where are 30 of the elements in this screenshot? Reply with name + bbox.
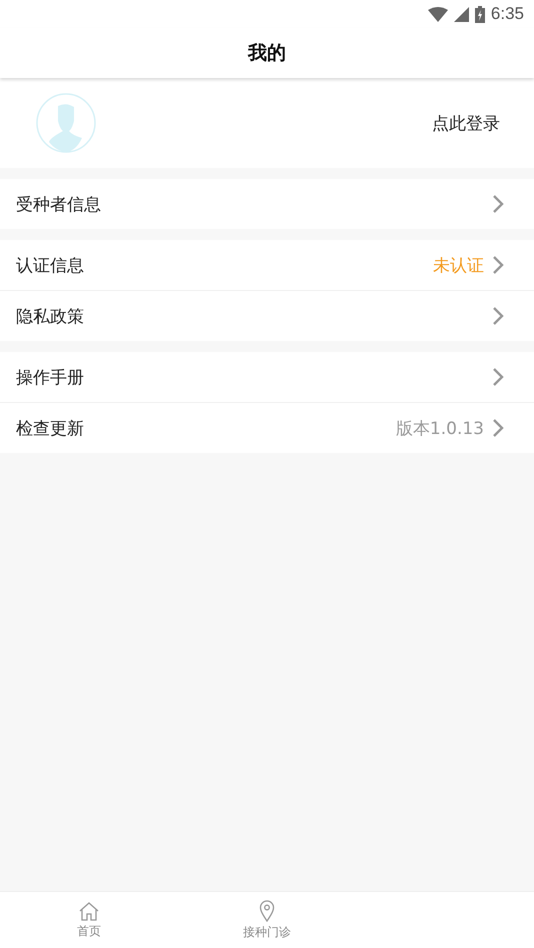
- tab-item[interactable]: 接种门诊: [178, 892, 356, 948]
- menu-row[interactable]: 受种者信息: [0, 179, 534, 229]
- chevron-right-icon: [492, 367, 504, 387]
- menu-value: 版本1.0.13: [396, 418, 484, 440]
- wifi-icon: [428, 6, 448, 22]
- tab-label: 首页: [77, 922, 101, 940]
- chevron-right-icon: [492, 255, 504, 275]
- menu-label: 操作手册: [16, 366, 85, 388]
- battery-icon: [474, 6, 485, 22]
- menu-label: 检查更新: [16, 418, 85, 440]
- menu-value: 未认证: [433, 254, 484, 276]
- tab-item[interactable]: 首页: [0, 892, 178, 948]
- menu-row[interactable]: 认证信息 未认证: [0, 240, 534, 290]
- tab-label: 接种门诊: [243, 924, 291, 940]
- menu-row[interactable]: 隐私政策: [0, 290, 534, 341]
- login-link[interactable]: 点此登录: [432, 112, 500, 134]
- chevron-right-icon: [492, 418, 504, 438]
- status-time: 6:35: [490, 4, 524, 24]
- menu-row[interactable]: 操作手册: [0, 352, 534, 402]
- avatar-icon[interactable]: [36, 93, 96, 153]
- menu-label: 受种者信息: [16, 194, 102, 216]
- chevron-right-icon: [492, 194, 504, 214]
- menu-label: 隐私政策: [16, 306, 85, 328]
- page-title: 我的: [248, 41, 286, 66]
- home-icon: [78, 900, 100, 920]
- chevron-right-icon: [492, 306, 504, 326]
- location-pin-icon: [259, 900, 275, 922]
- signal-icon: [454, 6, 469, 22]
- menu-label: 认证信息: [16, 254, 85, 276]
- menu-row[interactable]: 检查更新 版本1.0.13: [0, 402, 534, 453]
